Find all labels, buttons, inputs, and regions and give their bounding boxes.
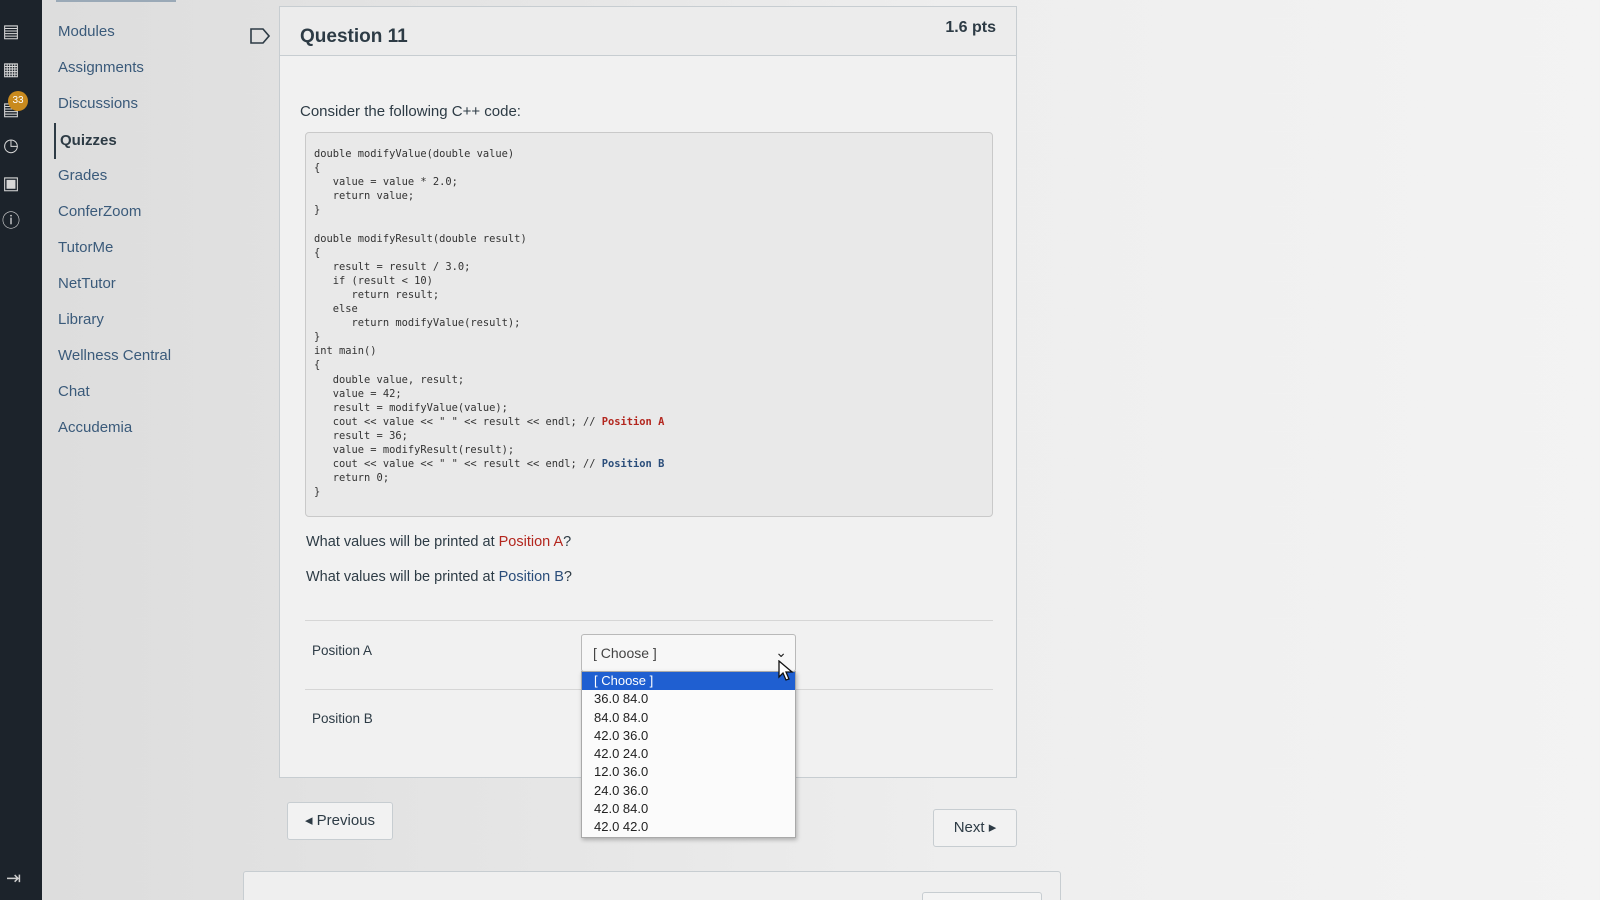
option-36-84[interactable]: 36.0 84.0 xyxy=(582,690,795,708)
course-nav-discussions[interactable]: Discussions xyxy=(58,95,138,112)
option-12-36[interactable]: 12.0 36.0 xyxy=(582,763,795,781)
code-label-position-b: Position B xyxy=(601,458,665,471)
ask-b-highlight: Position B xyxy=(498,569,564,585)
course-nav-modules[interactable]: Modules xyxy=(58,23,115,40)
code-part-3: return 0; } xyxy=(314,472,390,499)
quiz-footer-panel xyxy=(243,871,1061,900)
answer-label-position-b: Position B xyxy=(312,711,373,726)
question-header: Question 11 1.6 pts xyxy=(280,7,1016,56)
question-points: 1.6 pts xyxy=(945,19,996,36)
option-42-24[interactable]: 42.0 24.0 xyxy=(582,745,795,763)
global-nav: ▤ ▦ ▤ 33 ◷ ▣ ⓘ ⇥ xyxy=(0,0,42,900)
inbox-icon[interactable]: ▤ xyxy=(0,18,22,44)
code-block: double modifyValue(double value) { value… xyxy=(305,132,993,517)
position-a-select-value: [ Choose ] xyxy=(593,645,657,661)
position-a-select[interactable]: [ Choose ] ⌄ xyxy=(581,634,796,672)
answer-label-position-a: Position A xyxy=(312,643,373,658)
course-nav-grades[interactable]: Grades xyxy=(58,167,107,184)
course-nav-accudemia[interactable]: Accudemia xyxy=(58,419,132,436)
option-choose[interactable]: [ Choose ] xyxy=(582,672,795,691)
help-icon[interactable]: ⓘ xyxy=(0,208,22,234)
notification-badge: 33 xyxy=(8,91,28,111)
code-part-1: double modifyValue(double value) { value… xyxy=(314,148,596,428)
code-text: double modifyValue(double value) { value… xyxy=(314,147,664,499)
question-title: Question 11 xyxy=(300,26,408,47)
position-a-options-list[interactable]: [ Choose ] 36.0 84.0 84.0 84.0 42.0 36.0… xyxy=(581,671,796,838)
option-42-42[interactable]: 42.0 42.0 xyxy=(582,818,795,836)
mouse-cursor-icon xyxy=(778,660,794,681)
option-84-84[interactable]: 84.0 84.0 xyxy=(582,709,795,727)
collapse-nav-icon[interactable]: ⇥ xyxy=(6,868,21,889)
chevron-down-icon: ⌄ xyxy=(775,644,787,660)
answer-divider-top xyxy=(305,620,993,621)
ask-position-b: What values will be printed at Position … xyxy=(306,569,572,585)
course-nav-quizzes[interactable]: Quizzes xyxy=(54,123,117,159)
previous-button[interactable]: ◂ Previous xyxy=(287,802,393,840)
option-42-84[interactable]: 42.0 84.0 xyxy=(582,800,795,818)
flag-question-icon[interactable] xyxy=(250,28,270,44)
ask-a-highlight: Position A xyxy=(498,534,564,550)
course-nav-library[interactable]: Library xyxy=(58,311,104,328)
ask-b-prefix: What values will be printed at xyxy=(306,569,499,585)
course-nav-tutorme[interactable]: TutorMe xyxy=(58,239,113,256)
history-icon[interactable]: ◷ xyxy=(0,132,22,158)
commons-icon[interactable]: ▣ xyxy=(0,170,22,196)
ask-a-suffix: ? xyxy=(563,534,572,550)
course-nav-assignments[interactable]: Assignments xyxy=(58,59,144,76)
ask-a-prefix: What values will be printed at xyxy=(306,534,499,550)
question-intro: Consider the following C++ code: xyxy=(300,103,521,120)
code-part-2: result = 36; value = modifyResult(result… xyxy=(332,429,596,471)
ask-b-suffix: ? xyxy=(563,569,572,585)
course-nav-conferzoom[interactable]: ConferZoom xyxy=(58,203,141,220)
course-nav-wellness-central[interactable]: Wellness Central xyxy=(58,347,171,364)
course-nav-nettutor[interactable]: NetTutor xyxy=(58,275,116,292)
submit-quiz-button[interactable] xyxy=(922,892,1042,900)
course-nav: Modules Assignments Discussions Quizzes … xyxy=(42,0,242,900)
option-24-36[interactable]: 24.0 36.0 xyxy=(582,782,795,800)
code-label-position-a: Position A xyxy=(601,415,665,428)
ask-position-a: What values will be printed at Position … xyxy=(306,534,571,550)
course-nav-chat[interactable]: Chat xyxy=(58,383,90,400)
option-42-36[interactable]: 42.0 36.0 xyxy=(582,727,795,745)
calendar-icon[interactable]: ▦ xyxy=(0,56,22,82)
next-button[interactable]: Next ▸ xyxy=(933,809,1017,847)
